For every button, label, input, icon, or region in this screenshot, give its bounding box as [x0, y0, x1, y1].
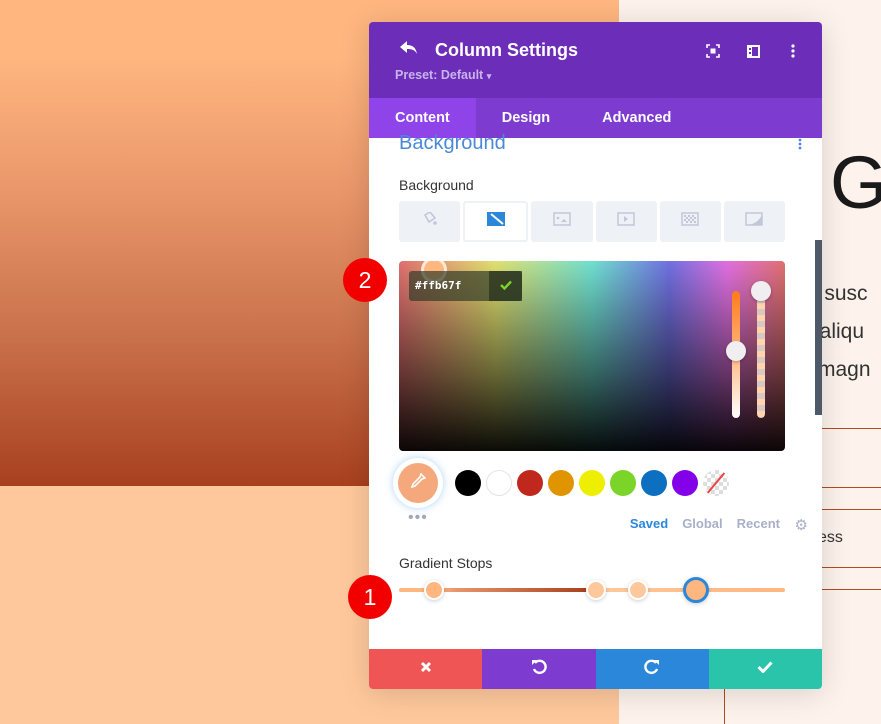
- gradient-stop[interactable]: [628, 580, 649, 600]
- palette-tab-saved[interactable]: Saved: [630, 516, 668, 531]
- opacity-slider-knob[interactable]: [751, 281, 771, 301]
- color-fill-icon: [422, 210, 438, 231]
- gradient-stop-selected[interactable]: [683, 577, 710, 603]
- color-swatches: [393, 458, 734, 508]
- close-icon: [420, 660, 432, 678]
- mask-icon: [745, 212, 764, 231]
- hex-input[interactable]: #ffb67f: [409, 271, 489, 301]
- section-title[interactable]: Background: [399, 132, 506, 155]
- swatch-purple[interactable]: [672, 470, 698, 496]
- preset-dropdown[interactable]: Preset: Default ▾: [395, 68, 491, 82]
- opacity-slider[interactable]: [757, 291, 765, 418]
- check-icon: [499, 277, 512, 295]
- page-text-line: magn: [818, 358, 871, 381]
- swatch-orange[interactable]: [548, 470, 574, 496]
- bg-type-color[interactable]: [399, 201, 461, 242]
- gradient-stop[interactable]: [423, 580, 444, 600]
- hex-input-box: #ffb67f: [409, 271, 522, 301]
- palette-tab-recent[interactable]: Recent: [737, 516, 780, 531]
- header-actions: [704, 42, 802, 60]
- more-swatches-button[interactable]: •••: [408, 509, 428, 527]
- divider-line-vertical: [724, 688, 725, 724]
- split-view-icon[interactable]: [744, 42, 762, 60]
- undo-icon: [531, 659, 547, 680]
- swatch-green[interactable]: [610, 470, 636, 496]
- swatch-yellow[interactable]: [579, 470, 605, 496]
- swatch-red[interactable]: [517, 470, 543, 496]
- gradient-icon: [486, 212, 505, 231]
- section-menu-icon[interactable]: [798, 138, 802, 150]
- swatch-black[interactable]: [455, 470, 481, 496]
- fullscreen-icon[interactable]: [704, 42, 722, 60]
- caret-down-icon: ▾: [486, 71, 492, 81]
- save-button[interactable]: [708, 649, 822, 689]
- color-picker-area[interactable]: #ffb67f: [399, 261, 785, 451]
- image-icon: [553, 212, 571, 231]
- modal-content: Background Background #ffb67f ••• Saved …: [369, 132, 822, 649]
- hex-confirm-button[interactable]: [489, 271, 522, 301]
- back-icon[interactable]: [399, 39, 419, 62]
- video-icon: [617, 212, 635, 231]
- palette-tab-global[interactable]: Global: [682, 516, 722, 531]
- more-options-icon[interactable]: [784, 42, 802, 60]
- pattern-icon: [681, 212, 700, 231]
- annotation-badge-1: 1: [348, 575, 392, 619]
- tab-advanced[interactable]: Advanced: [576, 98, 697, 138]
- preset-label: Preset: Default: [395, 68, 484, 82]
- page-heading-fragment: G: [830, 141, 881, 224]
- gradient-stops-label: Gradient Stops: [399, 555, 493, 571]
- bg-type-mask[interactable]: [723, 201, 786, 242]
- swatch-white[interactable]: [486, 470, 512, 496]
- cancel-button[interactable]: [369, 649, 483, 689]
- annotation-badge-2: 2: [343, 258, 387, 302]
- swatch-transparent[interactable]: [703, 470, 729, 496]
- eyedropper-icon: [410, 472, 427, 494]
- redo-icon: [644, 659, 660, 680]
- redo-button[interactable]: [595, 649, 709, 689]
- modal-scrollbar[interactable]: [815, 240, 822, 415]
- hue-slider-knob[interactable]: [726, 341, 746, 361]
- modal-header: Column Settings Preset: Default ▾: [369, 22, 822, 98]
- current-color-preview: [398, 463, 438, 503]
- bg-type-video[interactable]: [595, 201, 657, 242]
- column-settings-modal: Column Settings Preset: Default ▾ Conten…: [369, 22, 822, 689]
- background-label: Background: [399, 177, 474, 193]
- gear-icon[interactable]: ⚙: [795, 516, 808, 534]
- palette-tabs: Saved Global Recent: [630, 516, 780, 531]
- gradient-stop[interactable]: [585, 580, 606, 600]
- bg-type-image[interactable]: [531, 201, 593, 242]
- check-icon: [757, 660, 773, 678]
- bg-type-pattern[interactable]: [659, 201, 721, 242]
- undo-button[interactable]: [482, 649, 596, 689]
- modal-title: Column Settings: [435, 40, 578, 60]
- bg-type-gradient[interactable]: [463, 201, 529, 242]
- swatch-blue[interactable]: [641, 470, 667, 496]
- background-type-tabs: [399, 201, 786, 242]
- eyedropper-button[interactable]: [393, 458, 443, 508]
- modal-footer: [369, 649, 822, 689]
